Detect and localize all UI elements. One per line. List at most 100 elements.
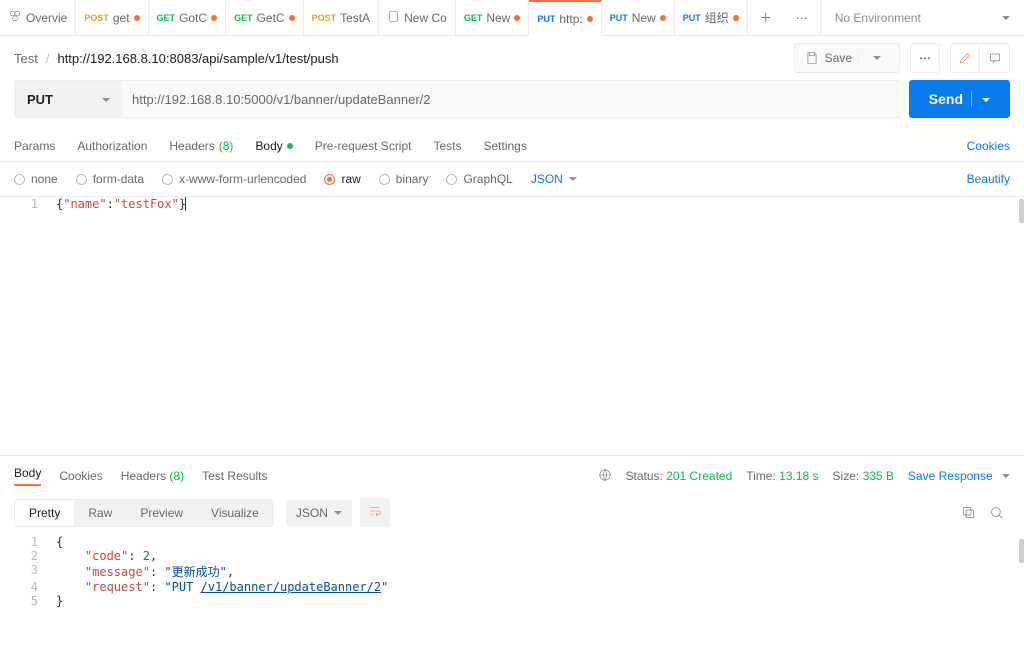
save-response-label: Save Response <box>908 469 993 483</box>
tab-2[interactable]: GETGotC <box>149 0 227 35</box>
chevron-down-icon[interactable] <box>858 54 889 62</box>
tab-label: 组织 <box>705 9 729 26</box>
pencil-icon <box>958 51 972 65</box>
tab-3[interactable]: GETGetC <box>226 0 304 35</box>
chevron-down-icon <box>328 506 342 520</box>
radio-binary[interactable]: binary <box>379 172 429 186</box>
tab-9[interactable]: PUT组织 <box>675 0 748 35</box>
code-line: "request": "PUT /v1/banner/updateBanner/… <box>56 580 1024 594</box>
view-mode-group: Pretty Raw Preview Visualize <box>14 499 274 527</box>
request-body-editor[interactable]: 1 {"name":"testFox"} <box>0 196 1024 456</box>
tab-label: Headers <box>121 469 166 483</box>
tab-body[interactable]: Body <box>255 139 292 153</box>
tab-overview[interactable]: Overvie <box>0 0 76 35</box>
headers-count: (8) <box>169 469 184 483</box>
method-badge: PUT <box>537 14 555 24</box>
radio-raw[interactable]: raw <box>324 172 360 186</box>
view-raw[interactable]: Raw <box>74 500 126 526</box>
response-tabs: Body Cookies Headers (8) Test Results St… <box>0 456 1024 490</box>
save-button[interactable]: Save <box>794 43 900 73</box>
comment-icon <box>988 51 1002 65</box>
top-tabs: Overvie POSTget GETGotC GETGetC POSTTest… <box>0 0 1024 36</box>
chevron-down-icon[interactable] <box>971 91 990 107</box>
tab-8[interactable]: PUTNew <box>602 0 675 35</box>
radio-none[interactable]: none <box>14 172 58 186</box>
radio-icon <box>379 174 390 185</box>
radio-label: binary <box>396 172 429 186</box>
request-tabs: Params Authorization Headers (8) Body Pr… <box>0 130 1024 162</box>
tab-label: Body <box>255 139 282 153</box>
tab-headers[interactable]: Headers (8) <box>169 139 233 153</box>
breadcrumb-root[interactable]: Test <box>14 51 38 66</box>
radio-label: form-data <box>93 172 144 186</box>
radio-formdata[interactable]: form-data <box>76 172 144 186</box>
radio-urlencoded[interactable]: x-www-form-urlencoded <box>162 172 306 186</box>
save-response-button[interactable]: Save Response <box>908 469 1010 483</box>
method-select[interactable]: PUT <box>14 80 122 118</box>
radio-icon <box>324 174 335 185</box>
tab-tests[interactable]: Tests <box>433 139 461 153</box>
resp-tab-cookies[interactable]: Cookies <box>59 469 102 483</box>
chevron-down-icon <box>996 469 1010 483</box>
dirty-dot-icon <box>289 15 295 21</box>
wrap-lines-button[interactable] <box>360 498 390 527</box>
request-toolbar: Test / http://192.168.8.10:8083/api/samp… <box>0 36 1024 80</box>
tab-authorization[interactable]: Authorization <box>77 139 147 153</box>
method-badge: GET <box>464 13 483 23</box>
more-actions-button[interactable]: ⋯ <box>910 43 940 73</box>
url-input[interactable] <box>122 80 899 118</box>
radio-icon <box>14 174 25 185</box>
tab-1[interactable]: POSTget <box>76 0 148 35</box>
radio-graphql[interactable]: GraphQL <box>446 172 512 186</box>
radio-icon <box>162 174 173 185</box>
cursor-icon <box>185 197 186 211</box>
search-response-button[interactable] <box>982 499 1010 527</box>
cookies-link[interactable]: Cookies <box>967 139 1010 153</box>
edit-button[interactable] <box>950 43 980 73</box>
environment-select[interactable]: No Environment <box>820 0 1024 35</box>
status-label: Status: <box>626 469 663 483</box>
code-line: { <box>56 535 1024 549</box>
tab-label: http: <box>559 12 582 26</box>
scrollbar-thumb[interactable] <box>1019 539 1024 563</box>
method-badge: GET <box>157 13 176 23</box>
tab-settings[interactable]: Settings <box>484 139 527 153</box>
new-tab-button[interactable]: ＋ <box>748 0 784 35</box>
view-pretty[interactable]: Pretty <box>15 500 74 526</box>
time-value: 13.18 s <box>779 469 818 483</box>
response-body-editor[interactable]: 1{ 2 "code": 2, 3 "message": "更新成功", 4 "… <box>0 535 1024 618</box>
beautify-link[interactable]: Beautify <box>967 172 1010 186</box>
radio-label: x-www-form-urlencoded <box>179 172 306 186</box>
response-format-select[interactable]: JSON <box>286 500 352 526</box>
radio-icon <box>76 174 87 185</box>
scrollbar-thumb[interactable] <box>1019 199 1024 223</box>
search-icon <box>989 505 1004 520</box>
copy-response-button[interactable] <box>954 499 982 527</box>
view-preview[interactable]: Preview <box>126 500 197 526</box>
size-label: Size: <box>833 469 860 483</box>
tab-5[interactable]: New Co <box>379 0 456 35</box>
tab-overflow-button[interactable]: ⋯ <box>784 0 820 35</box>
comment-button[interactable] <box>980 43 1010 73</box>
tab-6[interactable]: GETNew <box>456 0 530 35</box>
tab-4[interactable]: POSTTestA <box>304 0 380 35</box>
send-button[interactable]: Send <box>909 80 1010 118</box>
tab-prerequest[interactable]: Pre-request Script <box>315 139 412 153</box>
dirty-dot-icon <box>733 15 739 21</box>
body-type-row: none form-data x-www-form-urlencoded raw… <box>0 162 1024 196</box>
tab-label: GetC <box>257 11 285 25</box>
size-value: 335 B <box>863 469 894 483</box>
resp-tab-tests[interactable]: Test Results <box>202 469 267 483</box>
view-visualize[interactable]: Visualize <box>197 500 273 526</box>
resp-tab-headers[interactable]: Headers (8) <box>121 469 184 483</box>
tab-params[interactable]: Params <box>14 139 55 153</box>
chevron-down-icon <box>563 172 577 186</box>
globe-icon[interactable] <box>598 468 612 485</box>
time-label: Time: <box>746 469 776 483</box>
tab-7[interactable]: PUT http: <box>529 0 601 36</box>
raw-format-select[interactable]: JSON <box>531 172 577 186</box>
radio-label: raw <box>341 172 360 186</box>
tab-label: New <box>486 11 510 25</box>
tab-label: get <box>113 11 130 25</box>
resp-tab-body[interactable]: Body <box>14 466 41 486</box>
